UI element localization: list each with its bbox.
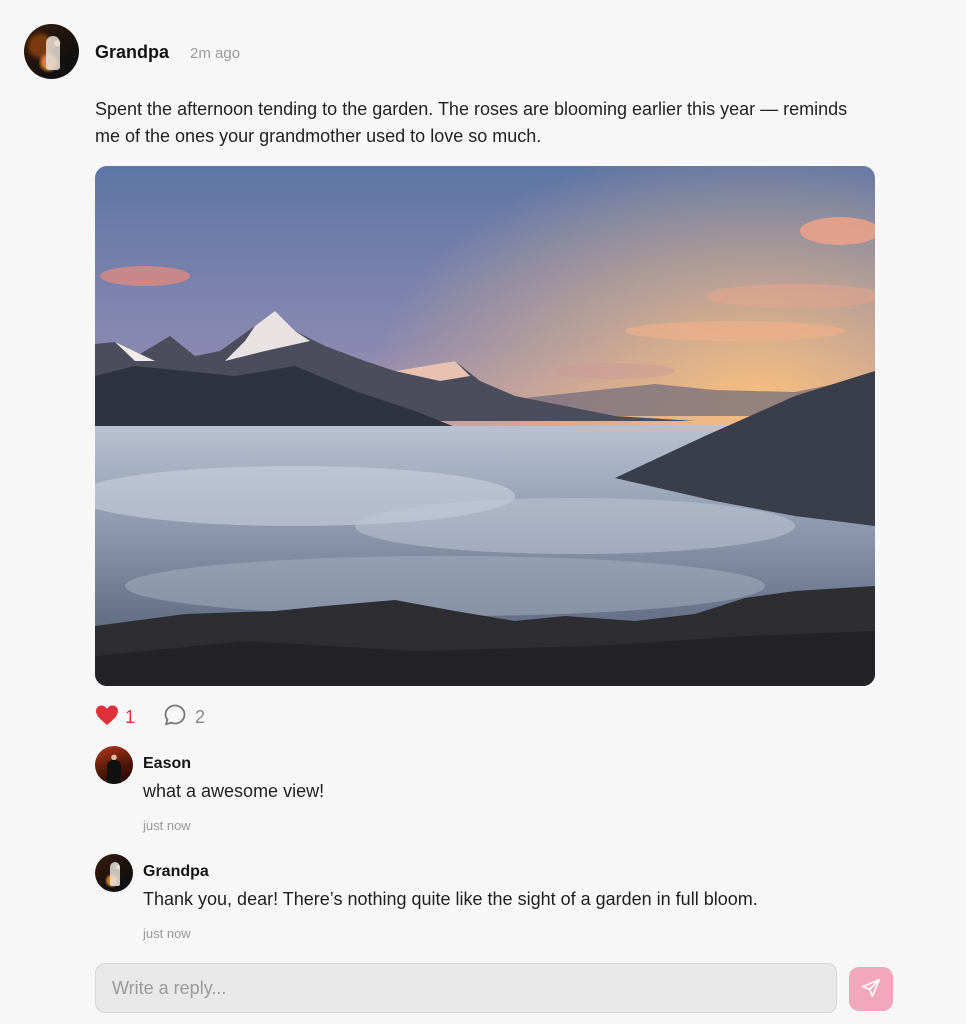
commenter-avatar[interactable] (95, 746, 133, 784)
reply-input[interactable] (95, 963, 837, 1013)
commenter-avatar[interactable] (95, 854, 133, 892)
heart-icon (95, 704, 119, 731)
post-timestamp: 2m ago (190, 45, 241, 62)
comment-author[interactable]: Grandpa (143, 863, 209, 881)
comment-button[interactable]: 2 (163, 704, 205, 730)
comment-text: what a awesome view! (143, 781, 325, 801)
comment-author[interactable]: Eason (143, 755, 191, 773)
speech-bubble-icon (163, 703, 187, 732)
paper-plane-icon (860, 977, 882, 1002)
post-photo[interactable] (95, 166, 875, 686)
comment-time: just now (143, 926, 191, 941)
like-count: 1 (125, 706, 136, 727)
author-avatar[interactable] (24, 24, 79, 79)
post-card: Grandpa 2m ago Spent the afternoon tendi… (0, 0, 966, 1024)
comment-count: 2 (195, 706, 206, 727)
comment-time: just now (143, 818, 191, 833)
like-button[interactable]: 1 (95, 704, 135, 730)
post-text: Spent the afternoon tending to the garde… (95, 99, 848, 146)
send-button[interactable] (849, 967, 893, 1011)
mountain-photo (95, 166, 875, 686)
comment-text: Thank you, dear! There’s nothing quite l… (143, 889, 758, 909)
author-name[interactable]: Grandpa (95, 42, 169, 63)
